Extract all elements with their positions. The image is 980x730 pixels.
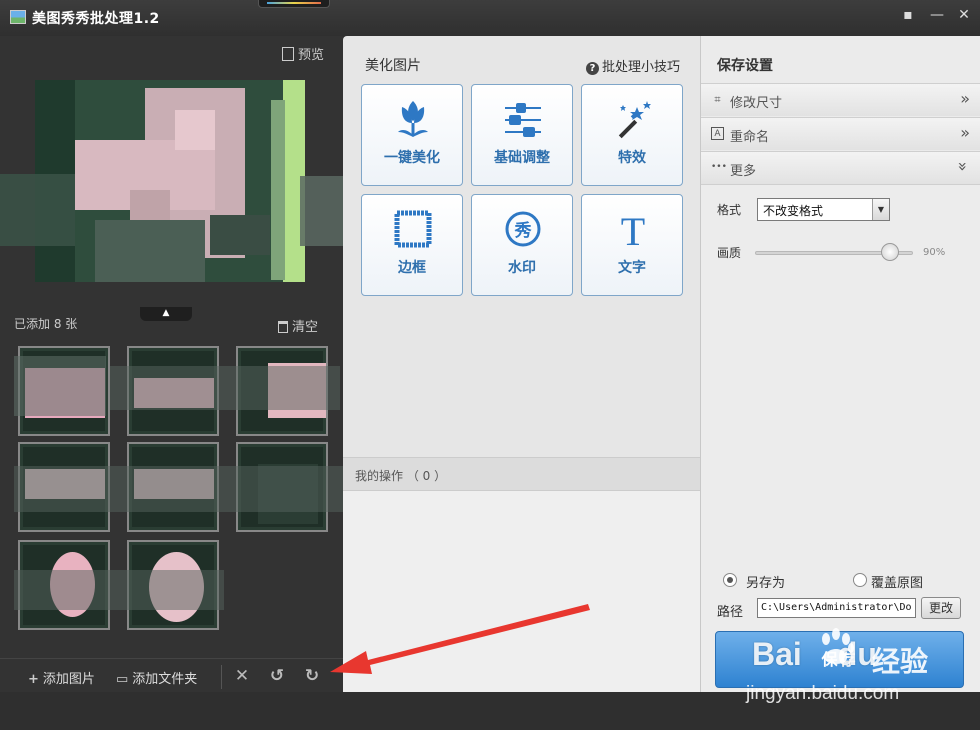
beautify-heading: 美化图片 bbox=[365, 58, 421, 74]
tool-label: 一键美化 bbox=[384, 150, 440, 166]
window-title: 美图秀秀批处理1.2 bbox=[32, 11, 160, 27]
quality-slider-handle[interactable] bbox=[881, 243, 899, 261]
section-resize[interactable]: ⌗ 修改尺寸 » bbox=[701, 83, 980, 116]
format-select[interactable]: 不改变格式 ▼ bbox=[757, 198, 890, 221]
tips-label: 批处理小技巧 bbox=[602, 60, 681, 75]
save-settings-panel: 保存设置 ⌗ 修改尺寸 » A 重命名 » ••• 更多 » 格式 不改变格式 … bbox=[700, 36, 980, 692]
frame-icon bbox=[394, 210, 432, 248]
title-bar: 美图秀秀批处理1.2 ▪ — ✕ bbox=[0, 0, 980, 36]
dropdown-arrow-icon: ▼ bbox=[872, 199, 889, 220]
thumbnail-redaction bbox=[0, 36, 344, 694]
change-path-button[interactable]: 更改 bbox=[921, 597, 961, 619]
text-glyph: T bbox=[621, 209, 645, 253]
watermark-cn: 经验 bbox=[872, 645, 929, 678]
delete-icon[interactable]: ✕ bbox=[232, 666, 252, 686]
add-image-label: 添加图片 bbox=[42, 672, 95, 687]
section-label: 修改尺寸 bbox=[730, 96, 783, 111]
add-folder-button[interactable]: ▭ 添加文件夹 bbox=[116, 668, 197, 687]
top-notch-tab[interactable] bbox=[258, 0, 330, 8]
path-label: 路径 bbox=[717, 605, 744, 620]
left-panel: 预览 ▲ 已添加 8 张 清空 + 添加图片 ▭ 添加文件夹 ✕ ↺ ↻ bbox=[0, 36, 370, 695]
save-as-radio[interactable] bbox=[723, 573, 737, 587]
beautify-panel: 美化图片 ? 批处理小技巧 一键美化 基础调整 特效 边框 秀 水印 T 文字 … bbox=[343, 36, 700, 692]
overwrite-radio[interactable] bbox=[853, 573, 867, 587]
section-label: 更多 bbox=[730, 164, 757, 179]
section-label: 重命名 bbox=[730, 130, 770, 145]
tool-label: 基础调整 bbox=[494, 150, 550, 166]
tool-label: 水印 bbox=[508, 260, 536, 276]
rotate-right-icon[interactable]: ↻ bbox=[302, 666, 322, 686]
watermark-icon: 秀 bbox=[505, 211, 541, 247]
magic-wand-icon bbox=[618, 101, 651, 139]
toolbar-separator bbox=[221, 665, 222, 689]
rename-icon: A bbox=[711, 127, 724, 140]
tool-label: 边框 bbox=[398, 260, 426, 276]
section-more[interactable]: ••• 更多 » bbox=[701, 151, 980, 184]
chevron-right-icon: » bbox=[960, 123, 970, 142]
overwrite-label: 覆盖原图 bbox=[871, 576, 924, 591]
bottom-toolbar: + 添加图片 ▭ 添加文件夹 ✕ ↺ ↻ bbox=[0, 659, 343, 695]
quality-label: 画质 bbox=[717, 246, 742, 260]
operations-label: 我的操作 （ 0 ） bbox=[355, 469, 447, 483]
feedback-icon[interactable]: ▪ bbox=[897, 6, 919, 24]
tool-watermark[interactable]: 秀 水印 bbox=[471, 194, 573, 296]
text-icon: T bbox=[621, 209, 645, 253]
paw-icon bbox=[822, 628, 854, 664]
plus-icon: + bbox=[28, 672, 39, 687]
chevron-down-icon: » bbox=[953, 161, 973, 172]
operations-list bbox=[343, 491, 700, 692]
quality-value: 90% bbox=[923, 247, 946, 258]
app-icon bbox=[10, 10, 26, 24]
tulip-icon bbox=[398, 101, 428, 137]
crop-icon: ⌗ bbox=[714, 93, 721, 106]
tool-label: 特效 bbox=[618, 150, 646, 166]
close-button[interactable]: ✕ bbox=[953, 6, 975, 24]
format-value: 不改变格式 bbox=[763, 204, 824, 218]
watermark-glyph: 秀 bbox=[514, 221, 532, 241]
more-icon: ••• bbox=[711, 162, 727, 172]
tool-effects[interactable]: 特效 bbox=[581, 84, 683, 186]
watermark-url: jingyan.baidu.com bbox=[746, 683, 900, 704]
add-folder-label: 添加文件夹 bbox=[132, 672, 198, 687]
help-icon: ? bbox=[586, 62, 599, 75]
tool-auto-beautify[interactable]: 一键美化 bbox=[361, 84, 463, 186]
save-settings-heading: 保存设置 bbox=[717, 58, 773, 74]
folder-icon: ▭ bbox=[116, 672, 129, 687]
rotate-left-icon[interactable]: ↺ bbox=[267, 666, 287, 686]
save-as-label: 另存为 bbox=[746, 576, 786, 591]
format-label: 格式 bbox=[717, 203, 742, 217]
minimize-button[interactable]: — bbox=[926, 6, 948, 24]
tool-frame[interactable]: 边框 bbox=[361, 194, 463, 296]
add-image-button[interactable]: + 添加图片 bbox=[28, 668, 95, 687]
tool-label: 文字 bbox=[618, 260, 646, 276]
watermark-brand: Bai du bbox=[752, 636, 877, 672]
chevron-right-icon: » bbox=[960, 89, 970, 108]
section-rename[interactable]: A 重命名 » bbox=[701, 117, 980, 150]
tool-basic-adjust[interactable]: 基础调整 bbox=[471, 84, 573, 186]
tool-text[interactable]: T 文字 bbox=[581, 194, 683, 296]
tips-link[interactable]: ? 批处理小技巧 bbox=[586, 56, 680, 75]
operations-header: 我的操作 （ 0 ） bbox=[343, 457, 700, 491]
path-input[interactable]: C:\Users\Administrator\Do bbox=[757, 598, 916, 618]
sliders-icon bbox=[505, 103, 541, 137]
